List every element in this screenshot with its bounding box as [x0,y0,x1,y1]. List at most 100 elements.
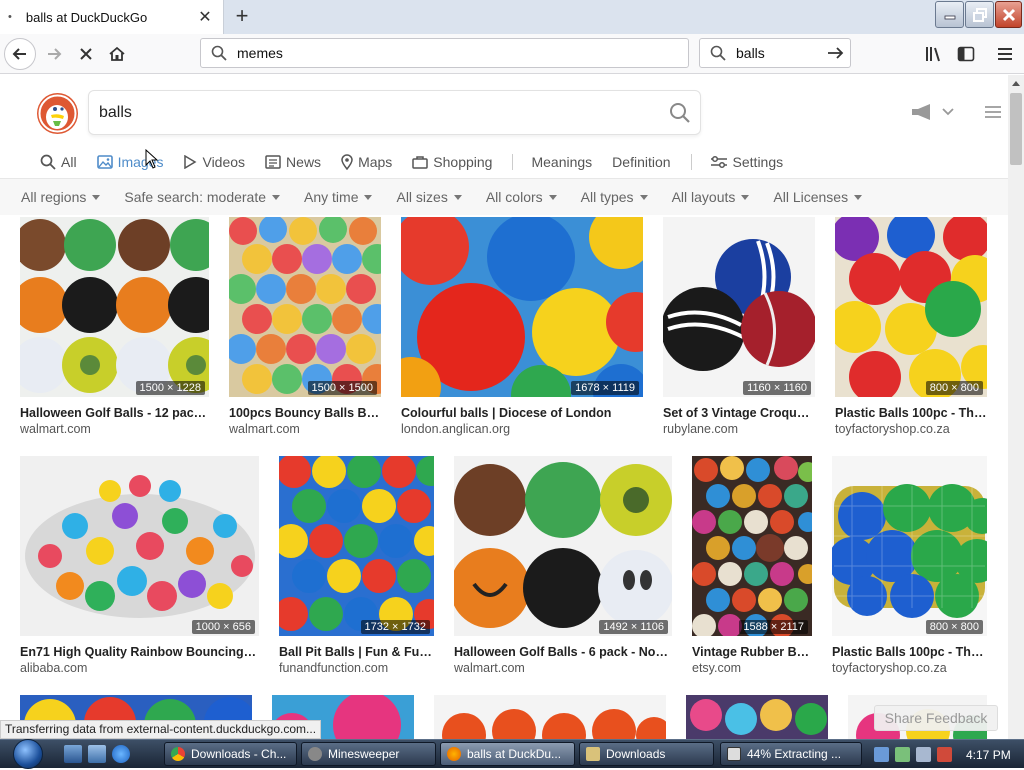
result-source[interactable]: london.anglican.org [401,422,643,436]
result-thumbnail[interactable]: 1000 × 656 [20,456,259,636]
tab-videos[interactable]: Videos [183,147,245,177]
result-title[interactable]: Halloween Golf Balls - 12 pack -... [20,406,209,420]
filter-time[interactable]: Any time [304,189,373,205]
restore-button[interactable] [965,1,994,28]
tab-close-icon[interactable]: ✕ [195,7,215,27]
result-thumbnail[interactable] [434,695,666,739]
result-source[interactable]: rubylane.com [663,422,815,436]
page-scrollbar[interactable] [1008,75,1024,739]
forward-button[interactable] [38,38,70,70]
tray-app-icon[interactable] [895,747,910,762]
close-window-button[interactable] [995,1,1022,28]
result-source[interactable]: walmart.com [20,422,209,436]
result-thumbnail[interactable]: 800 × 800 [835,217,987,397]
filter-type[interactable]: All types [581,189,648,205]
result-source[interactable]: etsy.com [692,661,812,675]
share-feedback-button[interactable]: Share Feedback [874,705,998,731]
web-page: balls All Images Videos News Maps Shoppi… [0,75,1008,739]
result-title[interactable]: Ball Pit Balls | Fun & Funct... [279,645,434,659]
result-title[interactable]: 100pcs Bouncy Balls Bul... [229,406,381,420]
taskbar-item-extracting[interactable]: 44% Extracting ... [720,742,862,766]
result-title[interactable]: Halloween Golf Balls - 6 pack - Novel... [454,645,672,659]
result-source[interactable]: alibaba.com [20,661,259,675]
tab-news[interactable]: News [265,147,321,177]
switch-windows-icon[interactable] [88,745,106,763]
filter-label: All Licenses [773,189,849,205]
sidebar-icon [957,46,975,62]
folder-icon [586,747,600,761]
result-title[interactable]: Vintage Rubber Bo... [692,645,812,659]
result-title[interactable]: Plastic Balls 100pc - The ... [835,406,987,420]
chrome-icon [171,747,185,761]
search-input[interactable]: balls [88,90,701,135]
news-icon [265,155,281,169]
tab-shopping[interactable]: Shopping [412,147,492,177]
result-thumbnail[interactable]: 1500 × 1500 [229,217,381,397]
result-thumbnail[interactable]: 1588 × 2117 [692,456,812,636]
address-bar[interactable]: memes [200,38,689,68]
result-source[interactable]: toyfactoryshop.co.za [832,661,987,675]
hamburger-menu-icon [985,106,1001,118]
taskbar-item-chrome-downloads[interactable]: Downloads - Ch... [164,742,297,766]
filter-label: Any time [304,189,359,205]
result-thumbnail[interactable]: 1160 × 1160 [663,217,815,397]
app-menu-button[interactable] [989,38,1021,70]
taskbar-item-downloads-folder[interactable]: Downloads [579,742,714,766]
clock[interactable]: 4:17 PM [966,748,1011,762]
scroll-thumb[interactable] [1010,93,1022,165]
back-button[interactable] [4,38,36,70]
filter-color[interactable]: All colors [486,189,557,205]
tab-all[interactable]: All [40,147,77,177]
result-title[interactable]: Colourful balls | Diocese of London [401,406,643,420]
filter-license[interactable]: All Licenses [773,189,863,205]
tab-label: Meanings [531,154,593,170]
tab-settings[interactable]: Settings [710,147,783,177]
duckduckgo-logo[interactable] [37,93,78,134]
result-thumbnail[interactable]: 1500 × 1228 [20,217,209,397]
browser-tab-active[interactable]: • balls at DuckDuckGo ✕ [0,0,224,34]
tab-meanings[interactable]: Meanings [531,147,592,177]
filter-layout[interactable]: All layouts [672,189,750,205]
page-menu-button[interactable] [984,105,1002,122]
stop-icon [80,48,92,60]
search-go-arrow-icon[interactable] [822,46,850,60]
caret-down-icon [272,194,281,200]
image-dimensions: 1732 × 1732 [360,620,430,634]
scroll-up-arrow-icon[interactable] [1008,75,1024,91]
start-button[interactable] [3,738,53,770]
tab-definition[interactable]: Definition [612,147,670,177]
tray-app-icon[interactable] [874,747,889,762]
result-thumbnail[interactable]: 1678 × 1119 [401,217,643,397]
result-title[interactable]: En71 High Quality Rainbow Bouncing Ba... [20,645,259,659]
network-icon[interactable] [916,747,931,762]
result-source[interactable]: funandfunction.com [279,661,434,675]
result-thumbnail[interactable] [686,695,828,739]
new-tab-button[interactable]: + [228,2,256,30]
taskbar-item-firefox[interactable]: balls at DuckDu... [440,742,575,766]
stop-button[interactable] [70,38,102,70]
result-thumbnail[interactable]: 1492 × 1106 [454,456,672,636]
result-title[interactable]: Plastic Balls 100pc - The T... [832,645,987,659]
browser-search-field[interactable]: balls [699,38,851,68]
result-title[interactable]: Set of 3 Vintage Croquet... [663,406,815,420]
tab-maps[interactable]: Maps [341,147,392,177]
filter-safe-search[interactable]: Safe search: moderate [124,189,281,205]
sidebar-toggle-button[interactable] [950,38,982,70]
taskbar-item-minesweeper[interactable]: Minesweeper [301,742,436,766]
result-thumbnail[interactable]: 800 × 800 [832,456,987,636]
result-source[interactable]: toyfactoryshop.co.za [835,422,987,436]
internet-explorer-icon[interactable] [112,745,130,763]
result-thumbnail[interactable]: 1732 × 1732 [279,456,434,636]
show-desktop-icon[interactable] [64,745,82,763]
search-submit-icon[interactable] [660,102,700,124]
filter-size[interactable]: All sizes [396,189,462,205]
volume-muted-icon[interactable] [937,747,952,762]
result-source[interactable]: walmart.com [454,661,672,675]
minimize-button[interactable] [935,1,964,28]
window-controls [935,1,1022,28]
filter-region[interactable]: All regions [21,189,101,205]
result-source[interactable]: walmart.com [229,422,381,436]
library-button[interactable] [918,38,950,70]
promo-megaphone[interactable] [910,103,954,121]
home-button[interactable] [101,38,133,70]
